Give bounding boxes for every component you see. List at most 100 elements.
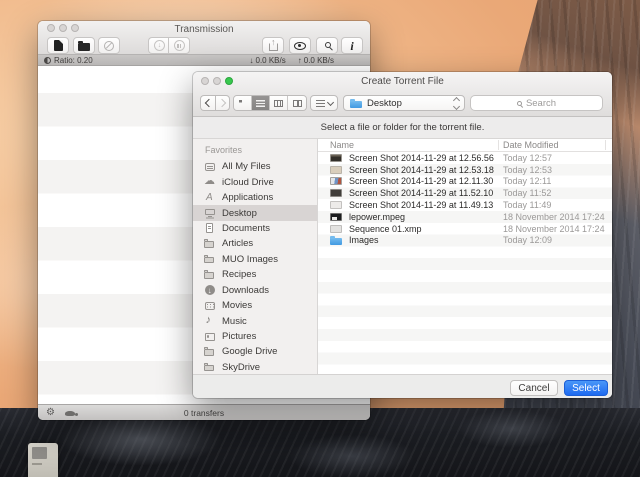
sidebar-item[interactable]: Movies <box>193 298 317 313</box>
sidebar-item-label: Google Drive <box>222 346 277 357</box>
coverflow-view-icon <box>293 100 302 107</box>
file-date-modified: Today 12:53 <box>503 165 552 175</box>
location-label: Desktop <box>367 98 402 109</box>
inspector-button[interactable]: i <box>341 37 363 54</box>
select-button[interactable]: Select <box>564 380 608 396</box>
share-icon <box>269 43 278 51</box>
coverflow-view-button[interactable] <box>288 96 306 110</box>
sidebar-item[interactable]: Documents <box>193 221 317 236</box>
cancel-button[interactable]: Cancel <box>510 380 558 396</box>
file-date-modified: 18 November 2014 17:24 <box>503 212 605 222</box>
file-row[interactable]: Images Today 12:09 <box>318 235 612 247</box>
ratio-label: Ratio: 0.20 <box>54 56 93 65</box>
arrange-icon <box>316 100 325 107</box>
sidebar-item-label: Recipes <box>222 269 256 280</box>
sidebar-item-label: MUO Images <box>222 254 278 265</box>
file-name: Screen Shot 2014-11-29 at 12.11.30 <box>349 176 493 186</box>
location-popup[interactable]: Desktop <box>343 95 465 111</box>
upload-arrow-icon: ↑ <box>298 56 302 65</box>
desktop: Transmission ↓ i Ratio: 0.20 <box>0 0 640 477</box>
sidebar-item-label: Downloads <box>222 285 269 296</box>
file-row[interactable]: Sequence 01.xmp 18 November 2014 17:24 <box>318 223 612 235</box>
forward-button[interactable] <box>215 95 230 111</box>
icon-view-button[interactable] <box>234 96 252 110</box>
column-name[interactable]: Name <box>330 140 354 150</box>
column-date-modified[interactable]: Date Modified <box>503 140 559 150</box>
sidebar-item[interactable]: Downloads <box>193 283 317 298</box>
open-torrent-button[interactable] <box>73 37 95 54</box>
column-divider <box>498 140 499 150</box>
dialog-content: Favorites All My Files iCloud Drive <box>193 139 612 374</box>
create-torrent-button[interactable] <box>47 37 69 54</box>
sidebar-item-icon <box>204 269 216 281</box>
magnifier-icon <box>517 101 522 106</box>
file-icon <box>330 212 343 222</box>
back-button[interactable] <box>200 95 215 111</box>
sidebar-item-icon <box>204 300 216 312</box>
search-icon <box>325 42 331 48</box>
resume-all-button[interactable]: ↓ <box>148 37 170 54</box>
file-name: lepower.mpeg <box>349 212 405 222</box>
file-icon <box>330 188 343 198</box>
quick-look-button[interactable] <box>289 37 311 54</box>
arrange-menu-button[interactable] <box>310 95 338 111</box>
column-view-button[interactable] <box>270 96 288 110</box>
sidebar-item-label: Pictures <box>222 331 256 342</box>
transmission-title: Transmission <box>38 24 370 35</box>
file-row[interactable]: Screen Shot 2014-11-29 at 12.11.30 Today… <box>318 176 612 188</box>
transmission-toolbar: ↓ i <box>38 35 370 55</box>
file-row[interactable]: Screen Shot 2014-11-29 at 11.49.13 Today… <box>318 199 612 211</box>
file-name: Screen Shot 2014-11-29 at 11.52.10 <box>349 188 493 198</box>
file-date-modified: Today 12:11 <box>503 176 551 186</box>
list-view-icon <box>256 100 265 107</box>
dialog-title: Create Torrent File <box>193 76 612 87</box>
sidebar-item-label: Articles <box>222 238 253 249</box>
chevron-down-icon <box>326 98 333 105</box>
sidebar-item[interactable]: Recipes <box>193 267 317 282</box>
search-button[interactable] <box>316 37 338 54</box>
sidebar-item[interactable]: MUO Images <box>193 252 317 267</box>
file-date-modified: Today 12:09 <box>503 235 552 245</box>
remove-torrent-button[interactable] <box>98 37 120 54</box>
file-row[interactable]: lepower.mpeg 18 November 2014 17:24 <box>318 211 612 223</box>
sidebar-item-icon <box>204 222 216 234</box>
file-name: Sequence 01.xmp <box>349 224 422 234</box>
file-name: Screen Shot 2014-11-29 at 12.56.56 <box>349 153 494 163</box>
file-icon <box>330 165 343 175</box>
pause-all-button[interactable] <box>168 37 190 54</box>
sidebar-item[interactable]: Applications <box>193 190 317 205</box>
icon-view-icon <box>239 100 246 107</box>
sidebar-item-label: All My Files <box>222 161 271 172</box>
search-field[interactable]: Search <box>470 95 603 111</box>
sidebar-item[interactable]: SkyDrive <box>193 360 317 374</box>
sidebar-item[interactable]: Google Drive <box>193 344 317 359</box>
sidebar-item[interactable]: All My Files <box>193 159 317 174</box>
sidebar-item-icon <box>204 253 216 265</box>
file-name: Screen Shot 2014-11-29 at 11.49.13 <box>349 200 493 210</box>
sidebar-item[interactable]: Pictures <box>193 329 317 344</box>
sidebar-item-label: SkyDrive <box>222 362 260 373</box>
blue-folder-icon <box>350 99 362 108</box>
list-view-button[interactable] <box>252 96 270 110</box>
dialog-toolbar: Desktop Search <box>193 89 612 117</box>
share-button[interactable] <box>262 37 284 54</box>
sidebar-item-icon <box>204 315 216 327</box>
sidebar-item-icon <box>204 176 216 188</box>
sidebar-item[interactable]: Music <box>193 313 317 328</box>
sidebar-item[interactable]: Desktop <box>193 205 317 220</box>
sidebar-item[interactable]: iCloud Drive <box>193 174 317 189</box>
resume-all-icon: ↓ <box>154 40 165 51</box>
file-row[interactable]: Screen Shot 2014-11-29 at 12.53.18 Today… <box>318 164 612 176</box>
list-header[interactable]: Name Date Modified <box>318 139 612 152</box>
file-icon <box>330 224 343 234</box>
file-rows: Screen Shot 2014-11-29 at 12.56.56 Today… <box>318 152 612 374</box>
sidebar-item-icon <box>204 238 216 250</box>
sidebar-item[interactable]: Articles <box>193 236 317 251</box>
file-date-modified: Today 11:52 <box>503 188 551 198</box>
file-row[interactable]: Screen Shot 2014-11-29 at 12.56.56 Today… <box>318 152 612 164</box>
file-date-modified: Today 12:57 <box>503 153 552 163</box>
file-name: Screen Shot 2014-11-29 at 12.53.18 <box>349 165 494 175</box>
sidebar-item-icon <box>204 284 216 296</box>
file-row[interactable]: Screen Shot 2014-11-29 at 11.52.10 Today… <box>318 187 612 199</box>
search-placeholder: Search <box>526 98 556 109</box>
